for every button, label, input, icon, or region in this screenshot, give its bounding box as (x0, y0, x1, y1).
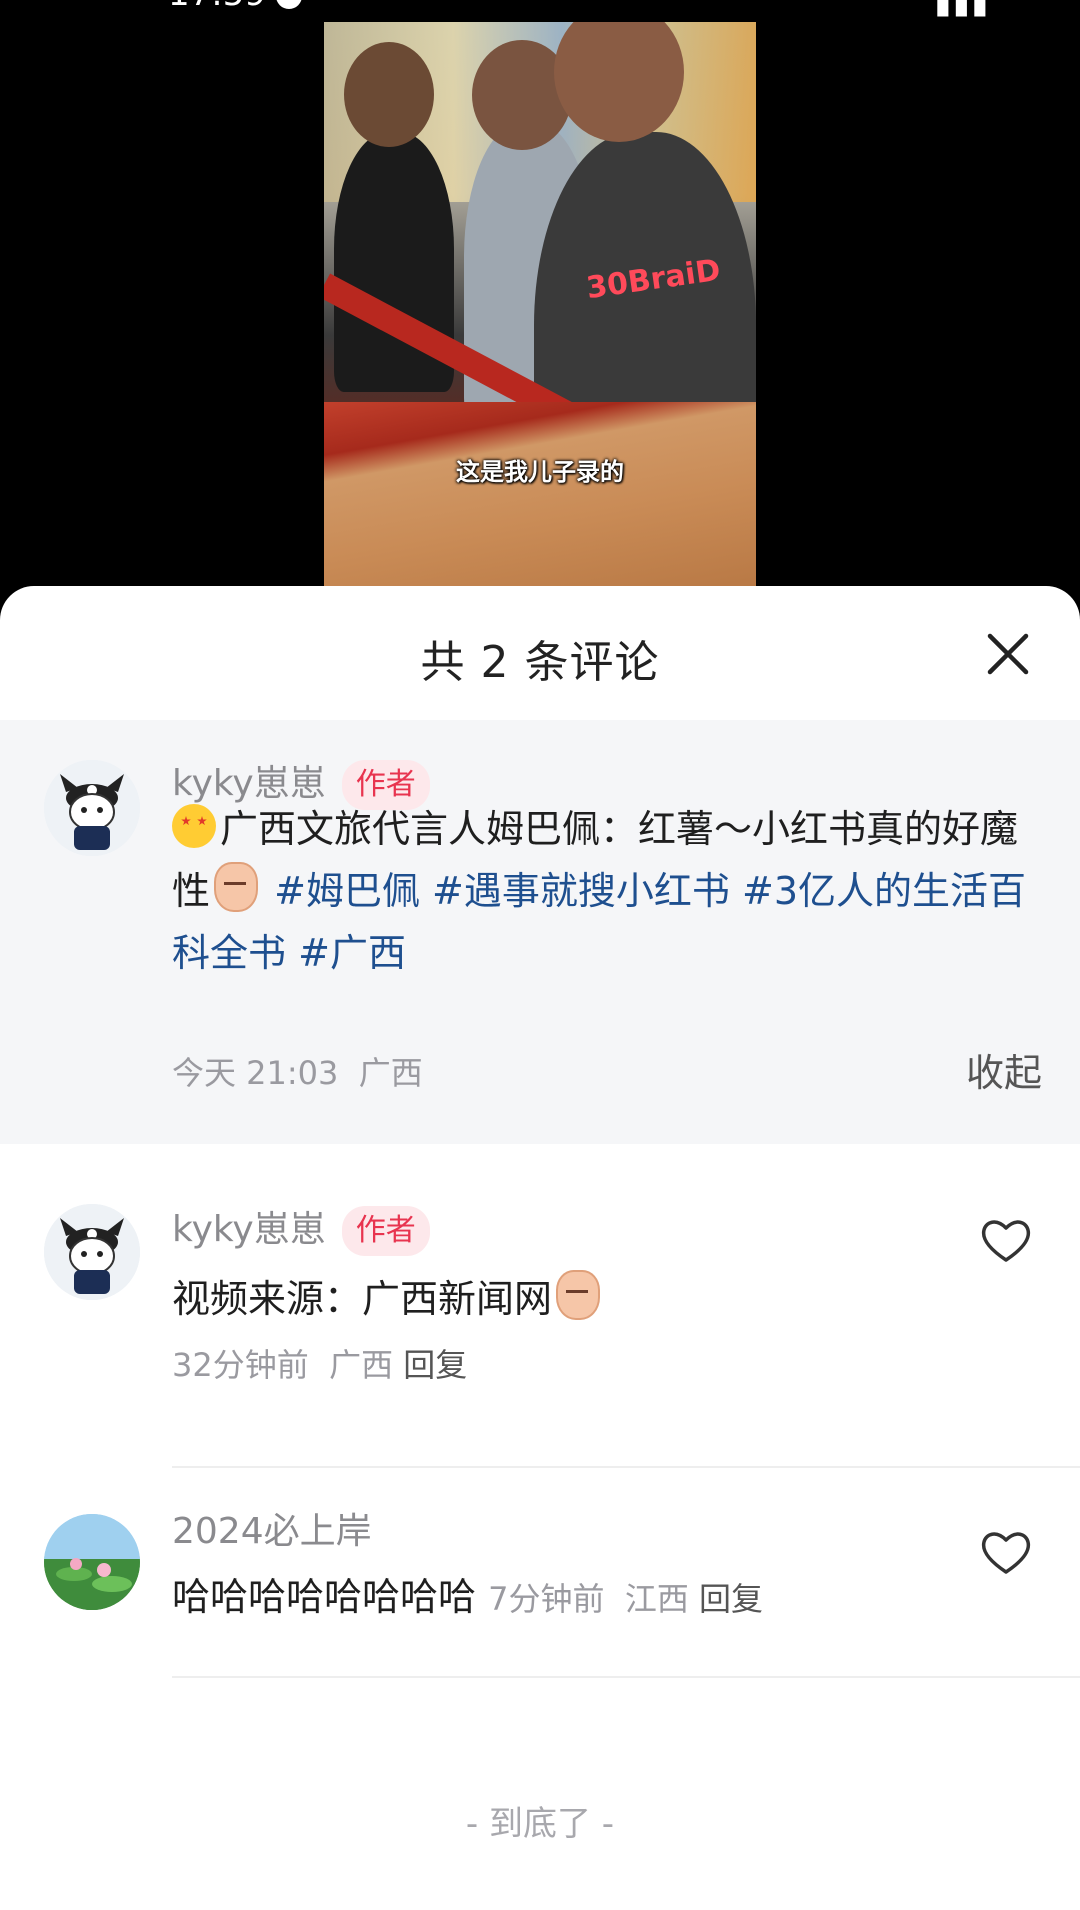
comment-text: 视频来源：广西新闻网 (172, 1268, 604, 1323)
pinned-comment: kyky崽崽 作者 广西文旅代言人姆巴佩：红薯～小红书真的好魔性 #姆巴佩 #遇事… (0, 720, 1080, 1144)
close-button[interactable] (980, 626, 1036, 682)
avatar[interactable] (44, 760, 140, 856)
sheet-header: 共 2 条评论 (0, 586, 1080, 720)
comment-meta: 32分钟前 广西 回复 (172, 1346, 468, 1384)
hashtag-link[interactable]: #广西 (298, 931, 406, 975)
divider (172, 1466, 1080, 1468)
sweet-potato-sticker-icon (214, 862, 259, 912)
comment-text-row: 哈哈哈哈哈哈哈哈 7分钟前 江西 回复 (172, 1575, 764, 1619)
username[interactable]: 2024必上岸 (172, 1502, 372, 1554)
hashtag-link[interactable]: #遇事就搜小红书 (432, 869, 730, 913)
avatar[interactable] (44, 1514, 140, 1610)
reply-button[interactable]: 回复 (403, 1346, 467, 1384)
heart-icon (981, 1532, 1031, 1574)
reply-button[interactable]: 回复 (699, 1580, 763, 1618)
sweet-potato-sticker-icon (556, 1270, 601, 1320)
author-badge: 作者 (341, 1206, 430, 1256)
comment-count-title: 共 2 条评论 (420, 637, 660, 688)
video-subtitle: 这是我儿子录的 (456, 458, 624, 486)
signal-icon: ▮▮▮ (934, 0, 990, 21)
notification-icon (275, 0, 302, 9)
pinned-meta: 今天 21:03 广西 (172, 1054, 423, 1092)
kuromi-avatar-icon (44, 760, 140, 856)
comment-meta: 7分钟前 江西 回复 (488, 1580, 764, 1618)
like-button[interactable] (978, 1524, 1034, 1580)
video-sweet-potato-cart (324, 402, 756, 592)
username[interactable]: kyky崽崽 (172, 1209, 326, 1250)
hashtag-link[interactable]: #姆巴佩 (274, 869, 420, 913)
kuromi-avatar-icon (44, 1204, 140, 1300)
collapse-button[interactable]: 收起 (966, 1042, 1042, 1097)
video-frame[interactable]: 30BraiD 这是我儿子录的 (324, 22, 756, 592)
comment-username-row: kyky崽崽 作者 (172, 1200, 430, 1256)
divider (172, 1676, 1080, 1678)
lotus-avatar-icon (44, 1514, 140, 1610)
pinned-comment-text: 广西文旅代言人姆巴佩：红薯～小红书真的好魔性 #姆巴佩 #遇事就搜小红书 #3亿… (172, 798, 1032, 984)
heart-icon (981, 1220, 1031, 1262)
like-button[interactable] (978, 1212, 1034, 1268)
status-time: 17:59 (168, 0, 302, 14)
comment-sheet: 共 2 条评论 kyky崽崽 作者 广西文旅代言人姆巴佩：红薯～小红书真的好魔性… (0, 586, 1080, 1910)
video-player[interactable]: 17:59 ▮▮▮ 30BraiD 这是我儿子录的 (0, 0, 1080, 600)
end-of-list-label: - 到底了 - (465, 1804, 615, 1844)
close-icon (987, 633, 1029, 675)
comment-item: 2024必上岸 哈哈哈哈哈哈哈哈 7分钟前 江西 回复 (0, 1511, 1080, 1674)
comment-item: kyky崽崽 作者 视频来源：广西新闻网 32分钟前 广西 回复 (0, 1204, 1080, 1414)
video-head (344, 42, 434, 147)
avatar[interactable] (44, 1204, 140, 1300)
star-struck-emoji-icon (172, 804, 216, 848)
